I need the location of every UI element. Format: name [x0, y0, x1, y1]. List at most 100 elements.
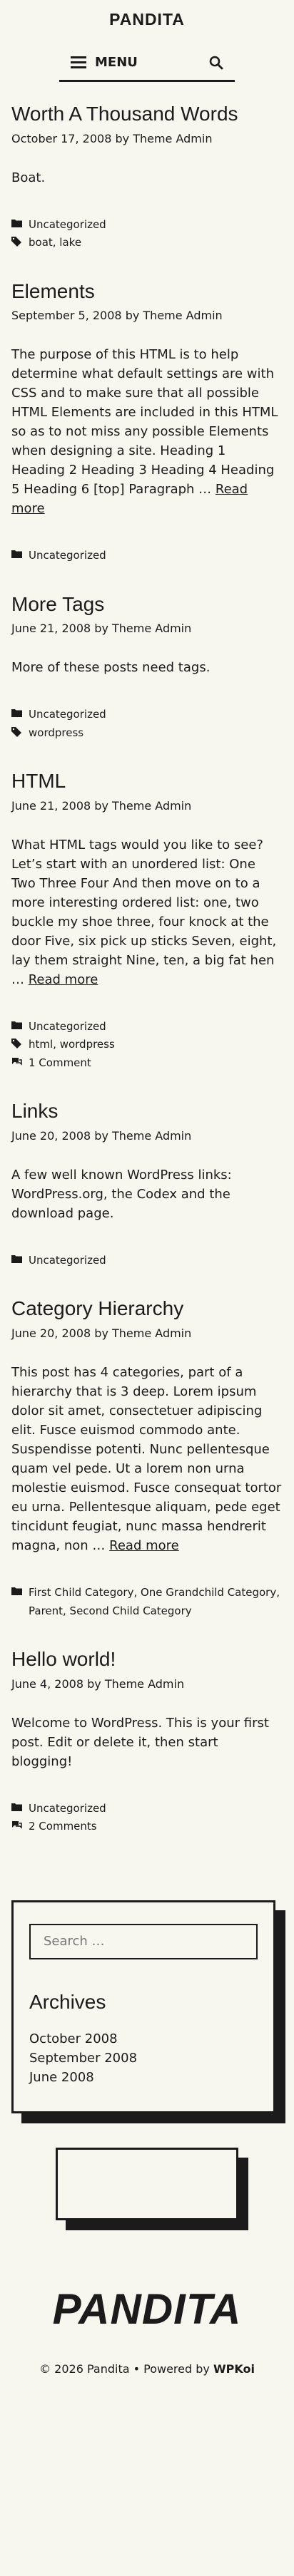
site-title[interactable]: PANDITA	[0, 10, 294, 29]
footer-logo[interactable]: PANDITA	[0, 2284, 294, 2334]
category-link[interactable]: Uncategorized	[29, 1800, 106, 1818]
post-meta: June 21, 2008 by Theme Admin	[11, 799, 283, 813]
post-categories: First Child Category, One Grandchild Cat…	[11, 1584, 283, 1620]
post-date[interactable]: June 21, 2008	[11, 799, 91, 813]
post-date[interactable]: June 4, 2008	[11, 1677, 83, 1691]
category-links[interactable]: First Child Category, One Grandchild Cat…	[29, 1584, 283, 1620]
post-tags: html, wordpress	[11, 1036, 283, 1054]
post-footer: Uncategorized 2 Comments	[11, 1800, 283, 1836]
post-title[interactable]: Links	[11, 1099, 283, 1123]
copyright: © 2026 Pandita • Powered by WPKoi	[0, 2362, 294, 2376]
tag-links[interactable]: html, wordpress	[29, 1036, 115, 1054]
comments-link[interactable]: 1 Comment	[29, 1054, 91, 1073]
folder-icon	[11, 550, 23, 559]
post-footer: Uncategorized	[11, 1252, 283, 1270]
tag-icon	[11, 1039, 23, 1049]
post-author[interactable]: Theme Admin	[112, 799, 191, 813]
post-categories: Uncategorized	[11, 1800, 283, 1818]
comments-link[interactable]: 2 Comments	[29, 1818, 97, 1836]
category-link[interactable]: Uncategorized	[29, 216, 106, 235]
category-link[interactable]: Uncategorized	[29, 706, 106, 724]
archive-link[interactable]: October 2008	[29, 2031, 118, 2046]
post-footer: Uncategorized wordpress	[11, 706, 283, 742]
read-more-link[interactable]: Read more	[109, 1538, 179, 1553]
post-by: by	[94, 1326, 108, 1341]
post-title[interactable]: Elements	[11, 279, 283, 304]
post-author[interactable]: Theme Admin	[105, 1677, 184, 1691]
post-title[interactable]: Hello world!	[11, 1647, 283, 1671]
post-author[interactable]: Theme Admin	[112, 1326, 191, 1340]
list-item: June 2008	[29, 2068, 258, 2087]
post-date[interactable]: June 20, 2008	[11, 1129, 91, 1143]
post-excerpt: What HTML tags would you like to see? Le…	[11, 835, 283, 989]
post-meta: October 17, 2008 by Theme Admin	[11, 132, 283, 145]
post-date[interactable]: June 21, 2008	[11, 622, 91, 635]
post-tags: boat, lake	[11, 234, 283, 252]
post-title[interactable]: HTML	[11, 769, 283, 793]
post-date[interactable]: September 5, 2008	[11, 309, 122, 322]
excerpt-text: The purpose of this HTML is to help dete…	[11, 347, 278, 498]
post-title[interactable]: More Tags	[11, 592, 283, 617]
post: HTML June 21, 2008 by Theme Admin What H…	[11, 769, 283, 1072]
post-categories: Uncategorized	[11, 706, 283, 724]
tag-icon	[11, 237, 23, 247]
archives-title: Archives	[29, 1990, 106, 2013]
post-date[interactable]: June 20, 2008	[11, 1326, 91, 1340]
post-author[interactable]: Theme Admin	[143, 309, 222, 322]
post-footer: Uncategorized boat, lake	[11, 216, 283, 252]
post-footer: First Child Category, One Grandchild Cat…	[11, 1584, 283, 1620]
folder-icon	[11, 709, 23, 718]
category-link[interactable]: Uncategorized	[29, 547, 106, 565]
list-item: October 2008	[29, 2029, 258, 2049]
post-meta: June 20, 2008 by Theme Admin	[11, 1129, 283, 1143]
post-by: by	[94, 622, 108, 636]
sidebar-widgets: Archives October 2008 September 2008 Jun…	[11, 1900, 275, 2113]
menu-label: MENU	[95, 55, 138, 70]
hamburger-icon	[71, 53, 86, 71]
post-tags: wordpress	[11, 724, 283, 743]
excerpt-text: A few well known WordPress links: WordPr…	[11, 1167, 232, 1221]
post-meta: June 20, 2008 by Theme Admin	[11, 1326, 283, 1340]
post-meta: September 5, 2008 by Theme Admin	[11, 309, 283, 322]
post: Worth A Thousand Words October 17, 2008 …	[11, 102, 283, 252]
site-header: PANDITA MENU	[0, 0, 294, 82]
post: Hello world! June 4, 2008 by Theme Admin…	[11, 1647, 283, 1836]
post-comments: 1 Comment	[11, 1054, 283, 1073]
powered-by-link[interactable]: WPKoi	[213, 2362, 255, 2376]
excerpt-text: Welcome to WordPress. This is your first…	[11, 1715, 269, 1769]
post-author[interactable]: Theme Admin	[112, 1129, 191, 1143]
category-link[interactable]: Uncategorized	[29, 1252, 106, 1270]
empty-widget-box	[56, 2147, 238, 2220]
excerpt-text: Boat.	[11, 170, 46, 185]
post-excerpt: A few well known WordPress links: WordPr…	[11, 1165, 283, 1223]
post-excerpt: This post has 4 categories, part of a hi…	[11, 1363, 283, 1555]
post-list: Worth A Thousand Words October 17, 2008 …	[0, 102, 294, 1836]
post-title[interactable]: Category Hierarchy	[11, 1297, 283, 1321]
category-link[interactable]: Uncategorized	[29, 1018, 106, 1036]
post: More Tags June 21, 2008 by Theme Admin M…	[11, 592, 283, 743]
folder-icon	[11, 219, 23, 227]
folder-icon	[11, 1803, 23, 1811]
post-meta: June 4, 2008 by Theme Admin	[11, 1677, 283, 1691]
post-title[interactable]: Worth A Thousand Words	[11, 102, 283, 126]
search-input[interactable]	[29, 1923, 258, 1959]
folder-icon	[11, 1587, 23, 1596]
archive-link[interactable]: September 2008	[29, 2051, 137, 2066]
tag-links[interactable]: wordpress	[29, 724, 83, 743]
post-footer: Uncategorized	[11, 547, 283, 565]
post-comments: 2 Comments	[11, 1818, 283, 1836]
post-excerpt: The purpose of this HTML is to help dete…	[11, 345, 283, 518]
archive-link[interactable]: June 2008	[29, 2070, 94, 2085]
post-date[interactable]: October 17, 2008	[11, 132, 111, 145]
tag-links[interactable]: boat, lake	[29, 234, 81, 252]
post-author[interactable]: Theme Admin	[112, 622, 191, 635]
post-excerpt: Welcome to WordPress. This is your first…	[11, 1714, 283, 1771]
post: Elements September 5, 2008 by Theme Admi…	[11, 279, 283, 565]
excerpt-text: What HTML tags would you like to see? Le…	[11, 837, 277, 987]
search-icon[interactable]	[209, 56, 223, 70]
post-author[interactable]: Theme Admin	[133, 132, 212, 145]
post-by: by	[94, 798, 108, 813]
read-more-link[interactable]: Read more	[29, 972, 98, 987]
menu-toggle-button[interactable]: MENU	[71, 53, 138, 71]
copyright-text: © 2026 Pandita • Powered by	[39, 2361, 213, 2376]
